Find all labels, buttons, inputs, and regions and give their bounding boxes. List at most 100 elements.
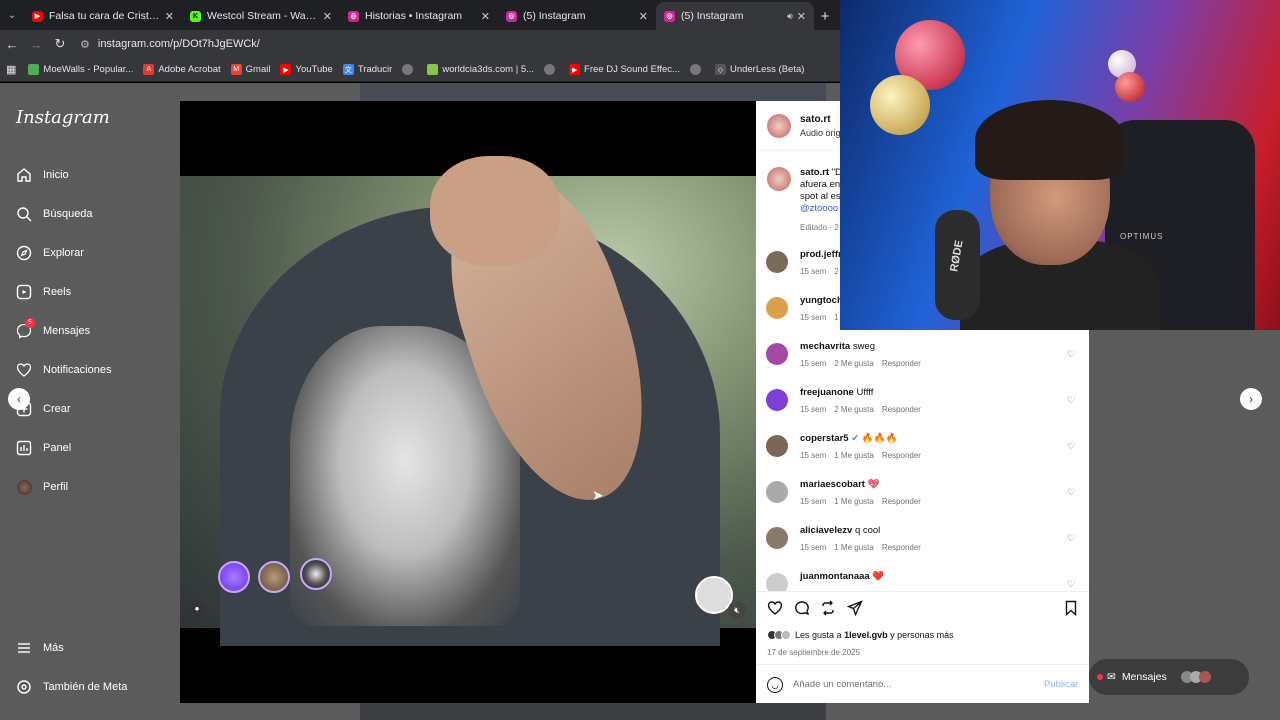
avatar[interactable]: [767, 167, 791, 191]
collab-avatar[interactable]: [300, 558, 332, 590]
apps-grid-icon[interactable]: ▦: [6, 63, 16, 76]
close-icon[interactable]: ✕: [639, 10, 648, 23]
comment-like-heart-icon[interactable]: ♡: [1067, 487, 1075, 498]
comment-likes[interactable]: 2 Me gusta: [834, 405, 874, 414]
reply-button[interactable]: Responder: [882, 405, 921, 414]
speaker-icon[interactable]: 🔊︎: [787, 11, 793, 22]
comment-input[interactable]: Añade un comentario...: [793, 679, 891, 690]
avatar[interactable]: [766, 389, 788, 411]
emoji-icon[interactable]: ◡: [767, 677, 783, 693]
comment-icon[interactable]: [794, 600, 810, 619]
bookmark-save-icon[interactable]: [1063, 600, 1079, 619]
comment-username[interactable]: mechavrita: [800, 341, 850, 352]
like-heart-icon[interactable]: [767, 600, 783, 619]
bookmark-globe-2[interactable]: [544, 64, 559, 75]
share-icon[interactable]: [846, 600, 863, 619]
back-arrow-icon[interactable]: ←: [0, 37, 24, 52]
avatar[interactable]: [766, 297, 788, 319]
mute-icon[interactable]: 🔇︎: [728, 601, 746, 619]
close-icon[interactable]: ✕: [797, 10, 806, 23]
sidebar-item-mas[interactable]: Más: [16, 640, 64, 656]
sidebar-item-reels[interactable]: Reels: [16, 284, 71, 300]
sidebar-item-explorar[interactable]: Explorar: [16, 245, 84, 261]
repost-icon[interactable]: [820, 600, 836, 619]
bookmark-adobe-acrobat[interactable]: A Adobe Acrobat: [143, 64, 221, 75]
reply-button[interactable]: Responder: [882, 543, 921, 552]
collab-avatar[interactable]: [218, 561, 250, 593]
avatar[interactable]: [766, 435, 788, 457]
caption-mention[interactable]: @ztoooo: [800, 203, 838, 214]
post-audio[interactable]: Audio origi: [800, 128, 843, 138]
reply-button[interactable]: Responder: [882, 497, 921, 506]
bookmark-globe-3[interactable]: [689, 64, 705, 75]
tab-instagram-stories[interactable]: ◎ Historias • Instagram ✕: [340, 2, 498, 30]
reply-button[interactable]: Responder: [882, 451, 921, 460]
bookmark-free-dj[interactable]: ▶ Free DJ Sound Effec...: [569, 64, 680, 75]
likes-summary[interactable]: Les gusta a 1level.gvb y personas más: [767, 630, 954, 640]
comment-like-heart-icon[interactable]: ♡: [1067, 395, 1075, 406]
forward-arrow-icon[interactable]: →: [24, 37, 48, 52]
tagged-users-icon[interactable]: ●: [190, 601, 204, 615]
comment-username[interactable]: coperstar5: [800, 433, 849, 444]
sidebar-item-perfil[interactable]: Perfil: [16, 479, 68, 495]
site-info-icon[interactable]: ⚙: [80, 38, 90, 51]
likes-user[interactable]: 1level.gvb: [844, 630, 888, 640]
messages-pill[interactable]: ✉ Mensajes: [1089, 659, 1249, 695]
avatar[interactable]: [766, 481, 788, 503]
bookmark-worldcia[interactable]: worldcia3ds.com | 5...: [427, 64, 534, 75]
comment-likes[interactable]: 1 Me gusta: [834, 451, 874, 460]
avatar[interactable]: [766, 527, 788, 549]
next-post-button[interactable]: ›: [1240, 388, 1262, 410]
caption-username[interactable]: sato.rt: [800, 167, 829, 178]
url-field[interactable]: ⚙ instagram.com/p/DOt7hJgEWCk/: [80, 33, 834, 55]
comment-username[interactable]: yungtoch: [800, 295, 843, 306]
comment-username[interactable]: mariaescobart: [800, 479, 865, 490]
tab-kick[interactable]: K Westcol Stream - Watch Live on Kick ✕: [182, 2, 340, 30]
new-tab-button[interactable]: +: [814, 2, 836, 30]
publish-button[interactable]: Publicar: [1044, 679, 1078, 690]
sidebar-item-panel[interactable]: Panel: [16, 440, 71, 456]
comment-like-heart-icon[interactable]: ♡: [1067, 533, 1075, 544]
previous-post-button[interactable]: ‹: [8, 388, 30, 410]
comment-like-heart-icon[interactable]: ♡: [1067, 349, 1075, 360]
comment-username[interactable]: freejuanone: [800, 387, 854, 398]
comment-username[interactable]: aliciavelezv: [800, 525, 852, 536]
avatar[interactable]: [766, 251, 788, 273]
comment-username[interactable]: prod.jeffr: [800, 249, 842, 260]
sidebar-item-busqueda[interactable]: Búsqueda: [16, 206, 93, 222]
comment-likes[interactable]: 1 Me gusta: [834, 497, 874, 506]
tab-instagram-active[interactable]: ◎ (5) Instagram 🔊︎ ✕: [656, 2, 814, 30]
avatar[interactable]: [766, 343, 788, 365]
comment-likes[interactable]: 2: [834, 267, 838, 276]
reload-icon[interactable]: ↻: [48, 36, 72, 52]
post-username[interactable]: sato.rt: [800, 114, 831, 125]
comment-likes[interactable]: 2 Me gusta: [834, 359, 874, 368]
sidebar-item-inicio[interactable]: Inicio: [16, 167, 69, 183]
bookmark-youtube[interactable]: ▶ YouTube: [280, 64, 333, 75]
comment-username[interactable]: juanmontanaaa: [800, 571, 870, 582]
sidebar-item-notificaciones[interactable]: Notificaciones: [16, 362, 111, 378]
tab-youtube[interactable]: ▶ Falsa tu cara de Cristo - YouTube ✕: [24, 2, 182, 30]
close-icon[interactable]: ✕: [165, 10, 174, 23]
comment-likes[interactable]: 1 Me gusta: [834, 543, 874, 552]
tab-title: Westcol Stream - Watch Live on Kick: [207, 10, 319, 22]
comment-like-heart-icon[interactable]: ♡: [1067, 579, 1075, 590]
reel-video[interactable]: ● 🔇︎: [180, 101, 756, 703]
close-icon[interactable]: ✕: [481, 10, 490, 23]
sidebar-item-mensajes[interactable]: 5 Mensajes: [16, 318, 90, 339]
avatar[interactable]: [767, 114, 791, 138]
comment-like-heart-icon[interactable]: ♡: [1067, 441, 1075, 452]
comment-likes[interactable]: 1: [834, 313, 838, 322]
instagram-logo[interactable]: Instagram: [16, 107, 110, 128]
bookmark-underless[interactable]: ◇ UnderLess (Beta): [714, 64, 804, 75]
collab-avatar[interactable]: [258, 561, 290, 593]
reply-button[interactable]: Responder: [882, 359, 921, 368]
tab-instagram-1[interactable]: ◎ (5) Instagram ✕: [498, 2, 656, 30]
close-icon[interactable]: ✕: [323, 10, 332, 23]
tab-search-chevron-icon[interactable]: ⌄: [0, 0, 24, 30]
bookmark-moewalls[interactable]: MoeWalls - Popular...: [28, 64, 133, 75]
sidebar-item-tambien-de-meta[interactable]: También de Meta: [16, 679, 127, 695]
bookmark-globe-1[interactable]: [402, 64, 417, 75]
bookmark-traducir[interactable]: 文 Traducir: [342, 64, 392, 75]
bookmark-gmail[interactable]: M Gmail: [230, 64, 270, 75]
